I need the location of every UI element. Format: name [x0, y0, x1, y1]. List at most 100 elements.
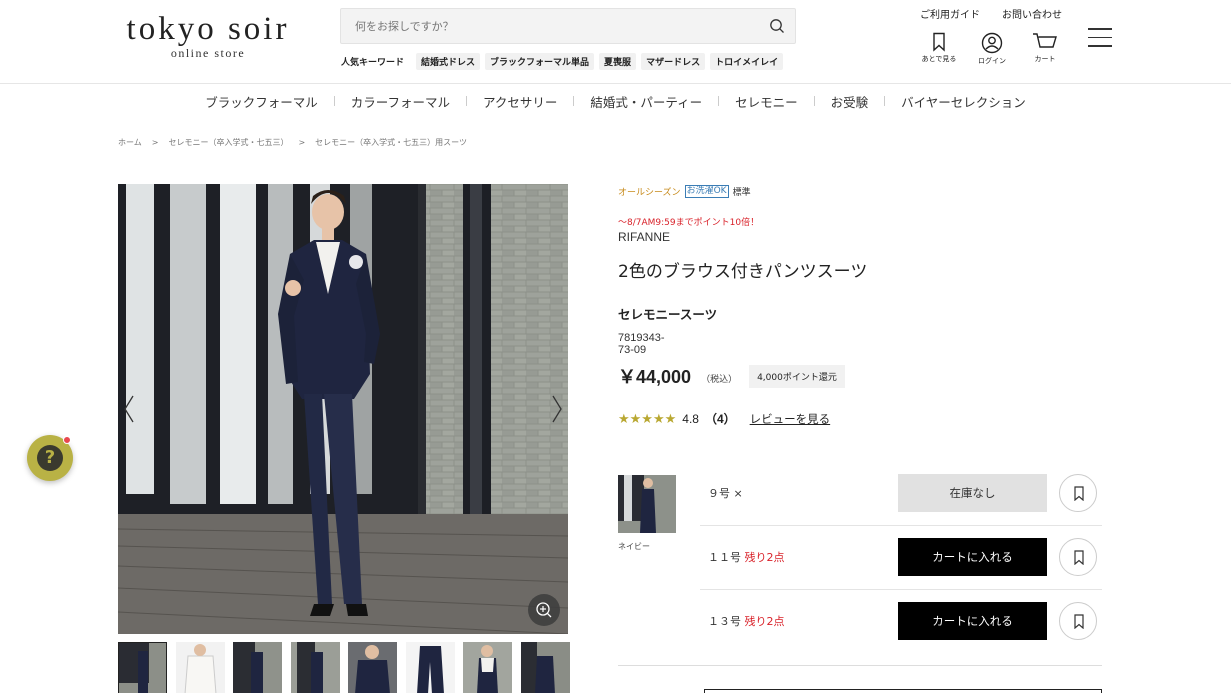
popular-keywords: 人気キーワード 結婚式ドレス ブラックフォーマル単品 夏喪服 マザードレス トロ… [341, 52, 788, 70]
keyword-chip[interactable]: トロイメイレイ [710, 52, 784, 70]
tax-label: （税込） [701, 374, 738, 385]
logo-main-text: tokyo soir [126, 11, 290, 47]
favorite-button[interactable] [1059, 474, 1097, 512]
tag-season: オールシーズン [618, 188, 681, 198]
keyword-chip[interactable]: 結婚式ドレス [416, 52, 481, 70]
tag-standard: 標準 [732, 188, 751, 198]
zoom-in-icon [536, 602, 552, 618]
color-name: ネイビー [618, 542, 650, 551]
keywords-title: 人気キーワード [341, 57, 405, 68]
product-title: 2色のブラウス付きパンツスーツ [618, 262, 868, 282]
price-row: ￥44,000 （税込） 4,000ポイント還元 [618, 363, 845, 389]
thumbnail-image[interactable] [290, 642, 340, 693]
product-price: ￥44,000 [618, 367, 692, 387]
nav-item-accessory[interactable]: アクセサリー [467, 92, 573, 111]
product-tags: オールシーズン お洗濯OK 標準 [618, 185, 751, 198]
thumbnail-image[interactable] [520, 642, 570, 693]
breadcrumb-separator: > [298, 138, 306, 147]
category-nav: ブラックフォーマル カラーフォーマル アクセサリー 結婚式・パーティー セレモニ… [0, 84, 1231, 118]
favorite-button[interactable] [1059, 602, 1097, 640]
watch-later-label: あとで見る [921, 55, 957, 63]
add-to-cart-button[interactable]: カートに入れる [898, 538, 1047, 576]
size-value: １１号 [708, 551, 741, 564]
thumbnail-image[interactable] [175, 642, 225, 693]
breadcrumb-ceremony[interactable]: セレモニー（卒入学式・七五三） [168, 137, 288, 148]
site-header: tokyo soir online store 人気キーワード 結婚式ドレス ブ… [0, 0, 1231, 84]
keyword-chip[interactable]: ブラックフォーマル単品 [485, 52, 595, 70]
stock-status: × [733, 487, 743, 500]
points-badge: 4,000ポイント還元 [749, 364, 845, 388]
bookmark-icon [1074, 614, 1084, 629]
bookmark-icon [1074, 550, 1084, 565]
login-label: ログイン [978, 57, 1006, 65]
thumbnail-image[interactable] [233, 642, 282, 693]
next-image-arrow-icon[interactable] [550, 394, 564, 424]
search-icon[interactable] [769, 18, 785, 34]
partial-button-outline[interactable] [704, 689, 1102, 693]
color-swatch-image[interactable] [618, 475, 676, 533]
low-stock-text: 残り2点 [744, 615, 785, 628]
size-label: １３号 残り2点 [708, 613, 785, 629]
rating-value: 4.8 [682, 411, 699, 426]
bookmark-icon [1074, 486, 1084, 501]
add-to-cart-button[interactable]: カートに入れる [898, 602, 1047, 640]
out-of-stock-button: 在庫なし [898, 474, 1047, 512]
size-row: ９号 × 在庫なし [700, 462, 1102, 526]
rating-row: ★★★★★ 4.8 （4） レビューを見る [618, 410, 830, 427]
breadcrumb-current: セレモニー（卒入学式・七五三）用スーツ [315, 138, 468, 147]
zoom-button[interactable] [528, 594, 560, 626]
keyword-chip[interactable]: 夏喪服 [599, 52, 637, 70]
star-rating-icon: ★★★★★ [618, 410, 677, 426]
help-chat-button[interactable]: ? [27, 435, 73, 481]
site-logo[interactable]: tokyo soir online store [118, 10, 298, 61]
bookmark-icon [933, 32, 945, 52]
search-box [340, 8, 796, 44]
size-value: ９号 [708, 487, 730, 500]
nav-item-exam[interactable]: お受験 [815, 92, 885, 111]
nav-item-wedding-party[interactable]: 結婚式・パーティー [574, 92, 718, 111]
brand-name[interactable]: RIFANNE [618, 230, 670, 244]
thumbnail-image[interactable] [118, 642, 167, 693]
thumbnail-image[interactable] [348, 642, 397, 693]
keyword-chip[interactable]: マザードレス [641, 52, 706, 70]
review-link[interactable]: レビューを見る [750, 411, 831, 427]
search-input[interactable] [341, 9, 741, 43]
user-icon [981, 32, 1003, 54]
cart-icon [1033, 33, 1057, 48]
promo-text: 〜8/7AM9:59までポイント10倍！ [618, 218, 760, 228]
size-label: ９号 × [708, 485, 743, 501]
image-thumbnails [118, 642, 578, 693]
logo-sub-text: online store [170, 46, 246, 60]
login-button[interactable]: ログイン [967, 32, 1017, 66]
size-label: １１号 残り2点 [708, 549, 785, 565]
nav-item-black-formal[interactable]: ブラックフォーマル [189, 92, 334, 111]
menu-icon[interactable] [1088, 28, 1112, 50]
help-question-icon: ? [37, 445, 63, 471]
breadcrumb: ホーム > セレモニー（卒入学式・七五三） > セレモニー（卒入学式・七五三）用… [118, 137, 467, 148]
breadcrumb-separator: > [151, 138, 159, 147]
utility-icons: あとで見る ログイン カート [914, 32, 1073, 66]
guide-link[interactable]: ご利用ガイド [920, 6, 980, 21]
thumbnail-image[interactable] [405, 642, 455, 693]
size-value: １３号 [708, 615, 741, 628]
cart-button[interactable]: カート [1020, 32, 1070, 66]
nav-item-ceremony[interactable]: セレモニー [719, 92, 814, 111]
product-photo [118, 184, 568, 634]
product-category: セレモニースーツ [618, 307, 718, 322]
section-divider [618, 665, 1102, 666]
nav-item-color-formal[interactable]: カラーフォーマル [335, 92, 466, 111]
product-code: 7819343-73-09 [618, 332, 665, 356]
breadcrumb-home[interactable]: ホーム [118, 137, 142, 148]
prev-image-arrow-icon[interactable] [122, 394, 136, 424]
product-main-image[interactable] [118, 184, 568, 634]
favorite-button[interactable] [1059, 538, 1097, 576]
low-stock-text: 残り2点 [744, 551, 785, 564]
tag-washable: お洗濯OK [684, 185, 729, 198]
nav-item-buyer-selection[interactable]: バイヤーセレクション [885, 92, 1042, 111]
cart-label: カート [1034, 55, 1056, 63]
watch-later-button[interactable]: あとで見る [914, 32, 964, 66]
contact-link[interactable]: お問い合わせ [1002, 6, 1062, 21]
size-row: １１号 残り2点 カートに入れる [700, 526, 1102, 590]
thumbnail-image[interactable] [463, 642, 512, 693]
size-row: １３号 残り2点 カートに入れる [700, 590, 1102, 654]
